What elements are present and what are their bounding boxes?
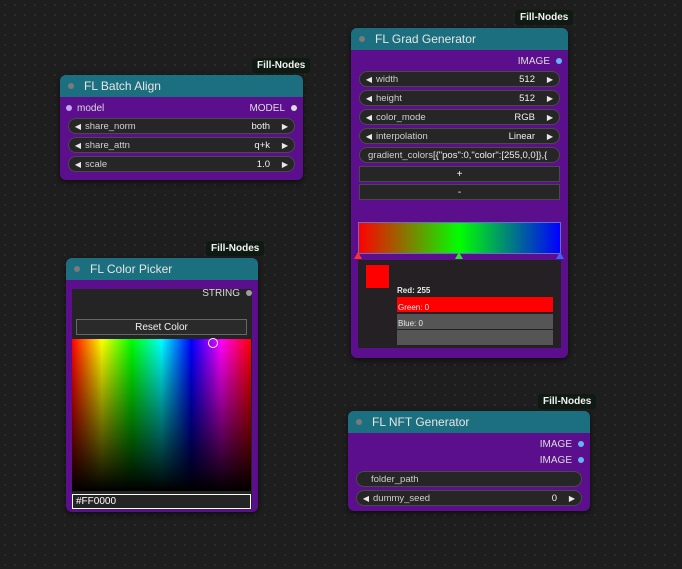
node-title: FL NFT Generator	[372, 415, 470, 429]
increment-arrow-icon[interactable]: ▶	[567, 494, 577, 503]
input-label-model: model	[77, 102, 105, 114]
output-label-string: STRING	[202, 287, 240, 299]
string-output-socket-icon[interactable]	[246, 290, 252, 296]
widget-value: RGB	[514, 111, 535, 123]
fl-grad-generator-node[interactable]: FL Grad Generator IMAGE ◀ width 512 ▶ ◀ …	[351, 28, 568, 358]
model-input-socket-icon[interactable]	[66, 105, 72, 111]
fill-nodes-badge: Fill-Nodes	[538, 394, 597, 409]
gradient-colors-label: gradient_colors	[368, 149, 433, 161]
io-row: model MODEL	[60, 100, 303, 116]
scale-widget[interactable]: ◀ scale 1.0 ▶	[68, 156, 295, 172]
fl-color-picker-node[interactable]: FL Color Picker STRING Reset Color #FF00…	[66, 258, 258, 512]
collapse-dot-icon[interactable]	[74, 266, 80, 272]
gradient-preview-bar[interactable]	[358, 222, 561, 254]
folder-path-field[interactable]: folder_path	[356, 471, 582, 487]
collapse-dot-icon[interactable]	[356, 419, 362, 425]
io-row: IMAGE	[348, 452, 590, 468]
widget-value: both	[251, 120, 271, 132]
widget-label: width	[376, 73, 399, 85]
blue-channel-slider[interactable]	[397, 330, 553, 345]
widget-value: q+k	[254, 139, 270, 151]
widget-value: Linear	[508, 130, 535, 142]
color-spectrum-canvas[interactable]	[72, 339, 251, 491]
green-channel-label: Green: 0	[398, 303, 430, 312]
decrement-arrow-icon[interactable]: ◀	[73, 141, 83, 150]
widget-label: dummy_seed	[373, 492, 431, 504]
gradient-stop-green-icon[interactable]	[455, 252, 463, 259]
widget-label: folder_path	[371, 473, 419, 485]
widget-label: share_norm	[85, 120, 136, 132]
hex-value-field[interactable]: #FF0000	[72, 494, 251, 509]
increment-arrow-icon[interactable]: ▶	[545, 75, 555, 84]
reset-color-button[interactable]: Reset Color	[76, 319, 247, 335]
widget-value: 512	[519, 73, 535, 85]
output-label-image: IMAGE	[517, 55, 550, 67]
remove-stop-button[interactable]: -	[359, 184, 560, 200]
picker-cursor-icon[interactable]	[208, 338, 218, 348]
image-output-socket-icon[interactable]	[556, 58, 562, 64]
stop-color-editor: Red: 255 Green: 0 Blue: 0	[358, 260, 561, 348]
image-output-socket-icon[interactable]	[578, 457, 584, 463]
widget-label: scale	[85, 158, 108, 170]
red-channel-label: Red: 255	[397, 286, 431, 295]
color-mode-widget[interactable]: ◀ color_mode RGB ▶	[359, 109, 560, 125]
fill-nodes-badge: Fill-Nodes	[206, 241, 265, 256]
decrement-arrow-icon[interactable]: ◀	[364, 113, 374, 122]
io-row: IMAGE	[351, 53, 568, 69]
width-widget[interactable]: ◀ width 512 ▶	[359, 71, 560, 87]
node-title-bar[interactable]: FL Batch Align	[60, 75, 303, 97]
add-stop-button[interactable]: +	[359, 166, 560, 182]
blue-channel-label: Blue: 0	[398, 319, 423, 328]
model-output-socket-icon[interactable]	[291, 105, 297, 111]
share-attn-widget[interactable]: ◀ share_attn q+k ▶	[68, 137, 295, 153]
hex-value-text: #FF0000	[76, 496, 117, 507]
widget-value: 0	[551, 492, 557, 504]
node-title: FL Grad Generator	[375, 32, 476, 46]
increment-arrow-icon[interactable]: ▶	[545, 113, 555, 122]
node-title-bar[interactable]: FL Grad Generator	[351, 28, 568, 50]
decrement-arrow-icon[interactable]: ◀	[73, 122, 83, 131]
widget-label: height	[376, 92, 402, 104]
widget-value: 1.0	[256, 158, 270, 170]
fill-nodes-badge: Fill-Nodes	[252, 58, 311, 73]
fill-nodes-badge: Fill-Nodes	[515, 10, 574, 25]
node-title-bar[interactable]: FL Color Picker	[66, 258, 258, 280]
decrement-arrow-icon[interactable]: ◀	[364, 75, 374, 84]
selected-color-swatch[interactable]	[366, 265, 389, 288]
dummy-seed-widget[interactable]: ◀ dummy_seed 0 ▶	[356, 490, 582, 506]
decrement-arrow-icon[interactable]: ◀	[361, 494, 371, 503]
gradient-stop-red-icon[interactable]	[354, 252, 362, 259]
node-title-bar[interactable]: FL NFT Generator	[348, 411, 590, 433]
io-row: STRING	[66, 285, 258, 301]
gradient-stop-blue-icon[interactable]	[556, 252, 564, 259]
node-title: FL Batch Align	[84, 79, 161, 93]
widget-label: share_attn	[85, 139, 130, 151]
increment-arrow-icon[interactable]: ▶	[545, 94, 555, 103]
fl-nft-generator-node[interactable]: FL NFT Generator IMAGE IMAGE folder_path…	[348, 411, 590, 511]
widget-label: color_mode	[376, 111, 426, 123]
gradient-colors-field[interactable]: gradient_colors [{"pos":0,"color":[255,0…	[359, 147, 560, 163]
increment-arrow-icon[interactable]: ▶	[545, 132, 555, 141]
decrement-arrow-icon[interactable]: ◀	[73, 160, 83, 169]
node-title: FL Color Picker	[90, 262, 173, 276]
increment-arrow-icon[interactable]: ▶	[280, 141, 290, 150]
output-label-image: IMAGE	[539, 454, 572, 466]
io-row: IMAGE	[348, 436, 590, 452]
decrement-arrow-icon[interactable]: ◀	[364, 132, 374, 141]
increment-arrow-icon[interactable]: ▶	[280, 122, 290, 131]
output-label-model: MODEL	[249, 102, 285, 114]
height-widget[interactable]: ◀ height 512 ▶	[359, 90, 560, 106]
increment-arrow-icon[interactable]: ▶	[280, 160, 290, 169]
widget-label: interpolation	[376, 130, 428, 142]
widget-value: 512	[519, 92, 535, 104]
image-output-socket-icon[interactable]	[578, 441, 584, 447]
decrement-arrow-icon[interactable]: ◀	[364, 94, 374, 103]
collapse-dot-icon[interactable]	[68, 83, 74, 89]
collapse-dot-icon[interactable]	[359, 36, 365, 42]
fl-batch-align-node[interactable]: FL Batch Align model MODEL ◀ share_norm …	[60, 75, 303, 180]
interpolation-widget[interactable]: ◀ interpolation Linear ▶	[359, 128, 560, 144]
share-norm-widget[interactable]: ◀ share_norm both ▶	[68, 118, 295, 134]
output-label-image: IMAGE	[539, 438, 572, 450]
gradient-colors-value: [{"pos":0,"color":[255,0,0]},{	[432, 149, 548, 161]
